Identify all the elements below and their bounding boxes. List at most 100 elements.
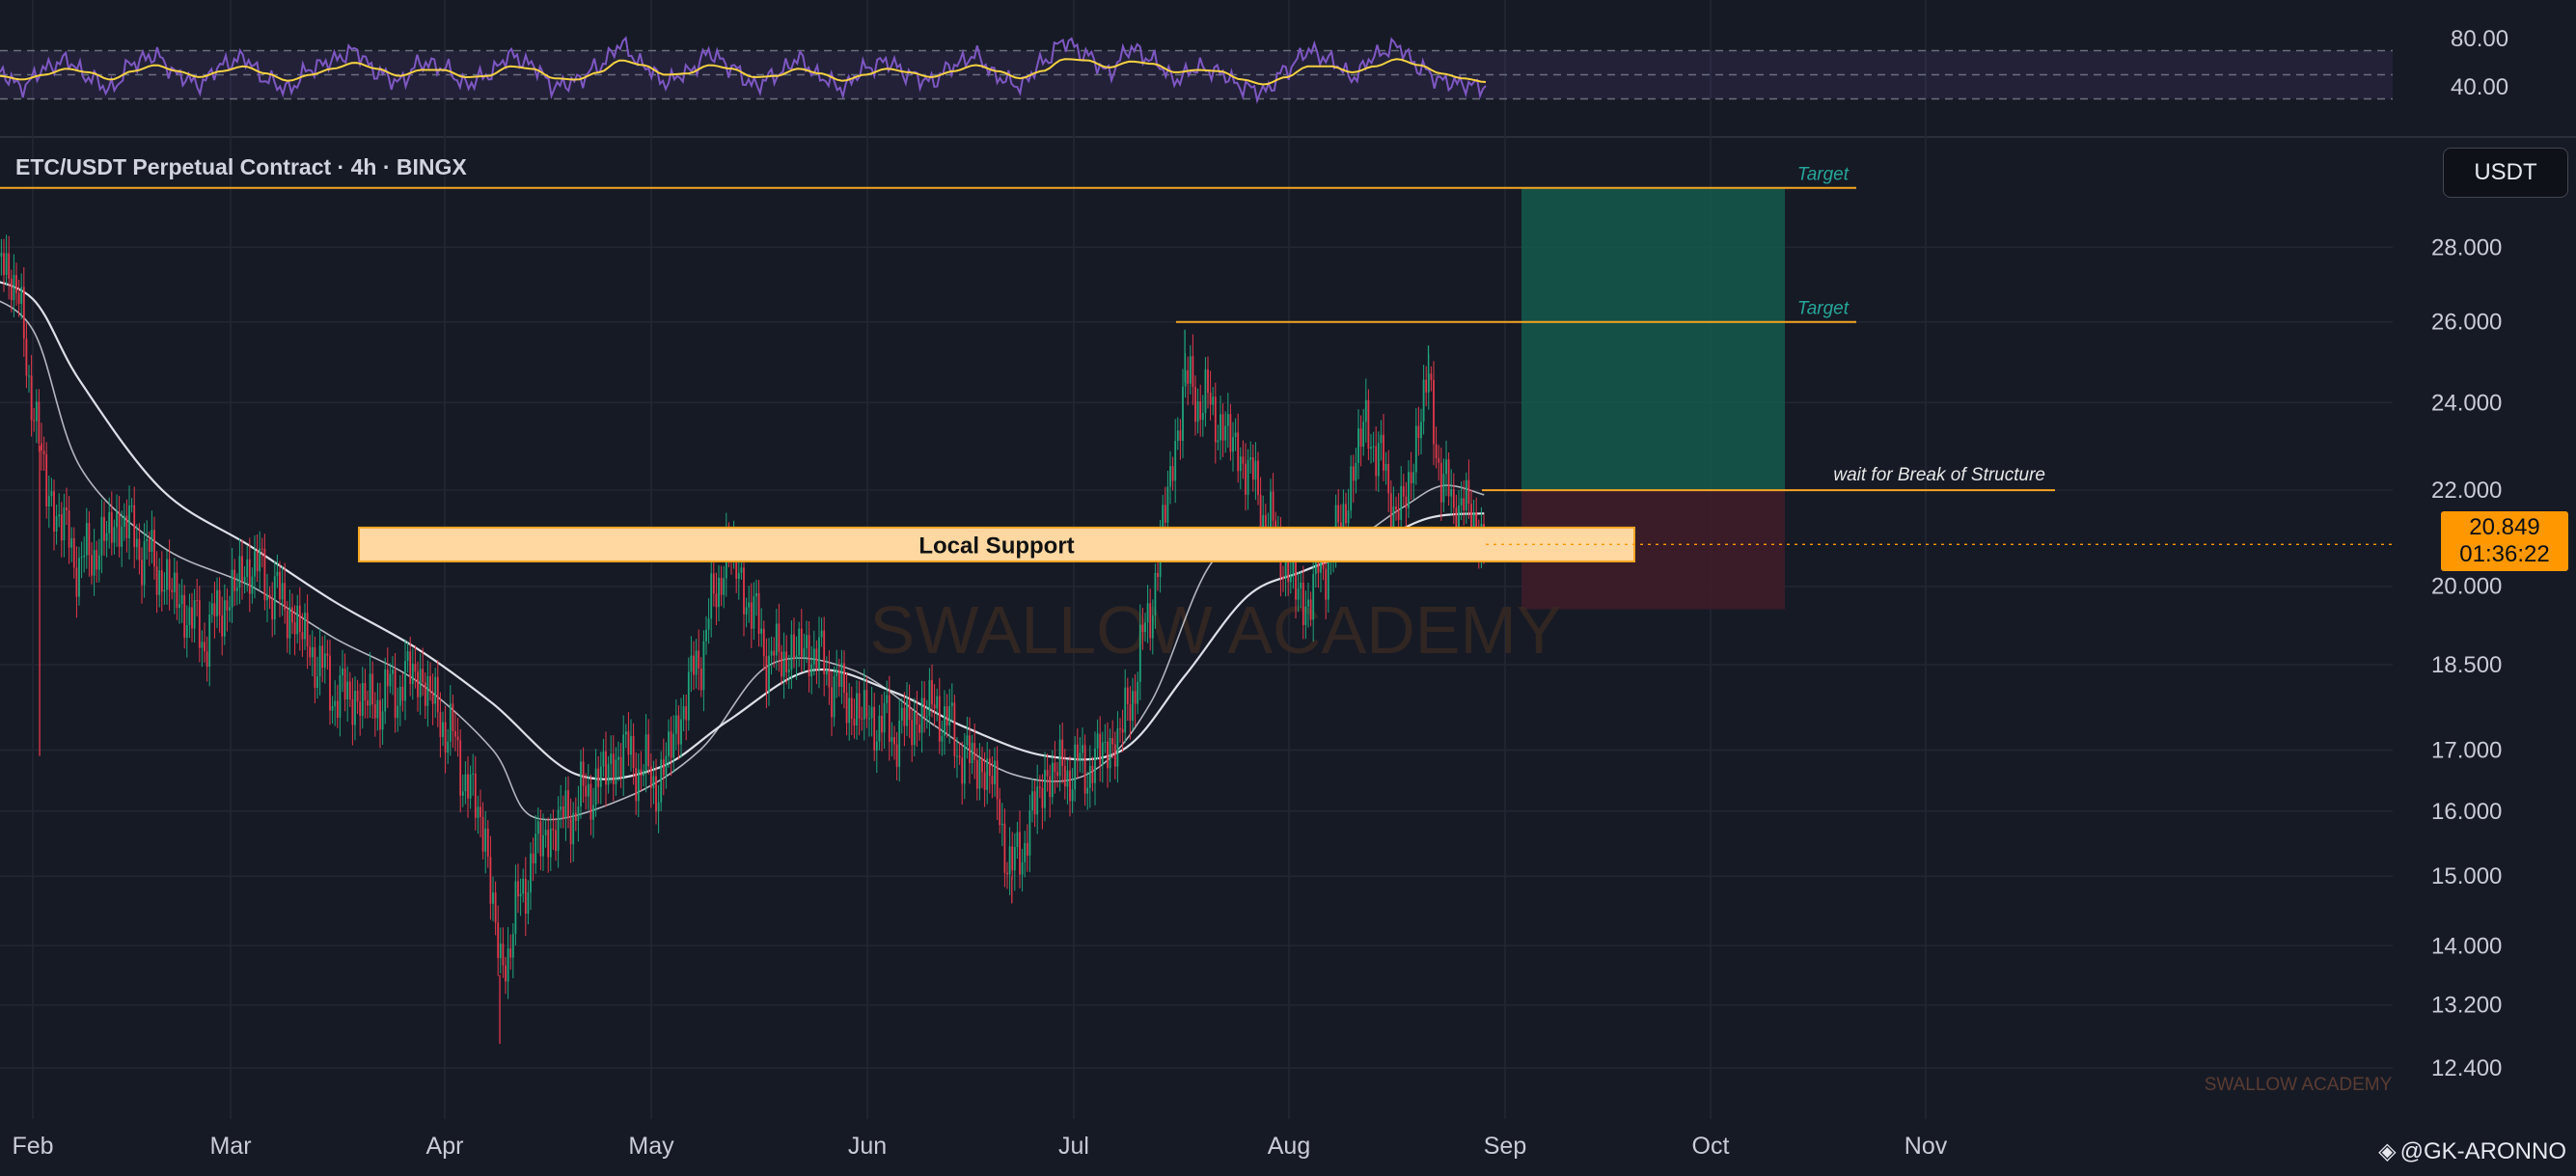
candle-body [1460,498,1463,506]
candle-body [1033,791,1036,815]
candle-body [1201,413,1204,421]
candle-body [1008,846,1011,875]
candle-body [674,715,677,734]
candle-body [567,790,569,819]
candle-body [108,511,111,533]
candle-body [1121,728,1124,733]
candle-body [364,683,367,701]
candle-body [1325,568,1328,600]
candle-body [208,615,211,667]
candle-body [422,669,425,683]
candle-body [1026,842,1028,856]
target-1-label: Target [1797,165,1850,185]
candle-body [1074,744,1077,790]
candle-body [125,515,128,538]
candle-body [397,705,399,719]
candle-body [823,630,826,674]
candle-body [973,743,976,760]
candle-body [577,807,580,821]
candle-body [1083,745,1086,794]
candle-body [612,753,615,784]
chart-canvas[interactable]: SWALLOW ACADEMY SWALLOW ACADEMY Target Ta… [0,0,2576,1171]
candle-body [1182,386,1184,441]
candle-body [38,401,41,444]
candle-body [229,607,231,611]
candle-body [25,338,28,376]
candle-body [925,716,928,718]
candle-body [597,768,600,787]
candle-body [539,821,542,857]
candle-body [812,648,815,665]
candle-body [843,663,845,694]
candle-body [452,703,454,731]
price-tick-label: 15.000 [2431,863,2502,889]
candle-body [1251,457,1254,480]
candle-body [1086,787,1089,794]
candle-body [1176,430,1179,441]
candle-body [1219,414,1221,441]
currency-button[interactable]: USDT [2443,148,2568,198]
candle-body [818,637,820,670]
candle-body [241,556,243,583]
candle-body [1224,425,1227,441]
candle-body [945,706,948,726]
candle-body [133,505,136,547]
candle-body [246,559,249,577]
candle-body [911,720,914,746]
candle-body [1395,506,1397,509]
candle-body [459,740,462,796]
candle-body [235,588,238,591]
candle-body [343,668,346,699]
candle-body [564,790,567,819]
candle-body [1410,472,1412,483]
candle-body [589,783,592,820]
candle-body [88,523,91,556]
candle-body [775,623,778,656]
candle-body [637,769,640,802]
price-tick-label: 24.000 [2431,390,2502,416]
candle-body [158,570,161,595]
candle-body [680,719,682,745]
candle-body [891,737,893,742]
candle-body [1357,428,1359,463]
candle-body [810,664,813,677]
candle-body [630,736,632,755]
candle-body [913,712,916,746]
candle-body [1137,681,1139,704]
candle-body [146,538,149,541]
candle-body [532,853,534,863]
time-tick-label: Mar [209,1133,251,1160]
candle-body [417,671,419,697]
candle-body [1312,574,1315,620]
candle-body [68,510,70,548]
profit-zone[interactable] [1521,187,1785,491]
candle-body [1209,393,1212,405]
candle-body [938,696,941,742]
candle-body [1024,842,1027,862]
candle-body [1364,399,1367,423]
candle-body [1383,434,1384,471]
candle-body [975,759,978,789]
candle-body [607,764,610,785]
candle-body [762,628,765,657]
candle-body [1094,749,1096,783]
symbol-title[interactable]: ETC/USDT Perpetual Contract · 4h · BINGX [15,154,467,180]
candle-body [1272,491,1274,521]
candle-body [1031,791,1033,811]
candle-body [326,653,329,656]
candle-body [248,559,251,594]
candle-body [1467,479,1470,505]
candle-body [555,830,557,852]
candle-body [1141,624,1144,633]
candle-body [464,774,467,792]
candle-body [994,760,996,784]
candle-body [757,592,760,634]
candle-body [301,632,304,640]
candle-body [336,700,339,718]
candle-body [770,650,773,656]
price-tick-label: 22.000 [2431,478,2502,504]
candle-body [454,730,456,737]
candle-body [1054,762,1056,773]
attribution[interactable]: ◈ @GK-ARONNO [2378,1137,2566,1165]
candle-body [1345,504,1347,524]
